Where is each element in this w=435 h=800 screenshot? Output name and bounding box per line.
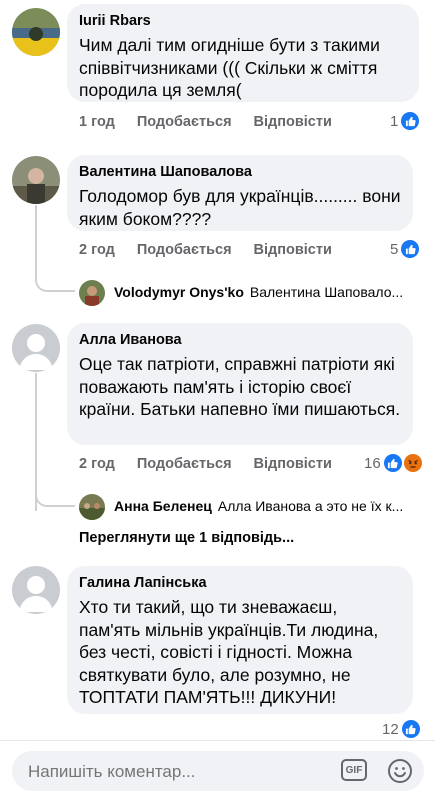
comment-author[interactable]: Галина Лапінська bbox=[79, 574, 401, 592]
comment-actions: 2 год Подобається Відповісти bbox=[79, 242, 354, 258]
emoji-icon[interactable] bbox=[387, 758, 413, 784]
comment-author[interactable]: Валентина Шаповалова bbox=[79, 163, 401, 181]
reply-text: Алла Иванова а это не їх к... bbox=[217, 498, 404, 514]
comment-text: Оце так патріоти, справжні патріоти які … bbox=[79, 354, 401, 419]
reaction-count: 16 bbox=[364, 454, 381, 472]
comment-time[interactable]: 2 год bbox=[79, 242, 115, 258]
reply-author[interactable]: Анна Беленец bbox=[114, 498, 212, 514]
angry-icon bbox=[403, 454, 422, 472]
reply-preview[interactable]: Volodymyr Onys'ko Валентина Шаповало... bbox=[114, 284, 424, 300]
comment-actions: 2 год Подобається Відповісти bbox=[79, 456, 354, 472]
reaction-summary[interactable]: 5 bbox=[390, 240, 420, 258]
comment-bubble: Алла Иванова Оце так патріоти, справжні … bbox=[67, 323, 413, 445]
comment-input[interactable] bbox=[28, 762, 328, 782]
like-icon bbox=[383, 454, 402, 472]
avatar[interactable] bbox=[12, 566, 60, 614]
reaction-summary[interactable]: 16 bbox=[364, 454, 422, 472]
comment-bubble: Iurii Rbars Чим далі тим огидніше бути з… bbox=[67, 4, 419, 102]
comment-author[interactable]: Алла Иванова bbox=[79, 331, 401, 349]
reaction-summary[interactable]: 1 bbox=[390, 112, 420, 130]
reaction-count: 5 bbox=[390, 240, 399, 258]
comment-text: Голодомор був для українців......... вон… bbox=[79, 186, 401, 229]
comment-time[interactable]: 1 год bbox=[79, 114, 115, 130]
reaction-count: 12 bbox=[382, 720, 399, 738]
like-button[interactable]: Подобається bbox=[137, 456, 232, 472]
avatar[interactable] bbox=[12, 8, 60, 56]
reply-button[interactable]: Відповісти bbox=[254, 456, 332, 472]
view-more-replies-link[interactable]: Переглянути ще 1 відповідь... bbox=[79, 530, 294, 546]
reply-button[interactable]: Відповісти bbox=[254, 114, 332, 130]
comment-time[interactable]: 2 год bbox=[79, 456, 115, 472]
like-button[interactable]: Подобається bbox=[137, 114, 232, 130]
comment-bubble: Галина Лапінська Хто ти такий, що ти зне… bbox=[67, 566, 413, 714]
comment-text: Чим далі тим огидніше бути з такими спів… bbox=[79, 35, 380, 100]
thread-connector bbox=[35, 205, 75, 292]
comment-actions: 1 год Подобається Відповісти bbox=[79, 114, 354, 130]
like-button[interactable]: Подобається bbox=[137, 242, 232, 258]
comment-text: Хто ти такий, що ти зневажаєш, пам'ять м… bbox=[79, 597, 379, 707]
like-icon bbox=[401, 240, 420, 258]
avatar[interactable] bbox=[12, 156, 60, 204]
like-icon bbox=[401, 112, 420, 130]
reply-author[interactable]: Volodymyr Onys'ko bbox=[114, 284, 244, 300]
comment-composer: GIF bbox=[0, 740, 435, 800]
avatar[interactable] bbox=[12, 324, 60, 372]
comment-bubble: Валентина Шаповалова Голодомор був для у… bbox=[67, 155, 413, 231]
reply-button[interactable]: Відповісти bbox=[254, 242, 332, 258]
avatar[interactable] bbox=[79, 494, 105, 520]
comment-input-box[interactable]: GIF bbox=[12, 751, 424, 791]
reaction-count: 1 bbox=[390, 112, 399, 130]
like-icon bbox=[401, 720, 420, 738]
thread-connector bbox=[35, 480, 75, 507]
gif-button[interactable]: GIF bbox=[341, 759, 367, 781]
reply-text: Валентина Шаповало... bbox=[249, 284, 404, 300]
comment-author[interactable]: Iurii Rbars bbox=[79, 12, 407, 30]
reaction-summary[interactable]: 12 bbox=[382, 720, 420, 738]
reply-preview[interactable]: Анна Беленец Алла Иванова а это не їх к.… bbox=[114, 498, 424, 514]
avatar[interactable] bbox=[79, 280, 105, 306]
